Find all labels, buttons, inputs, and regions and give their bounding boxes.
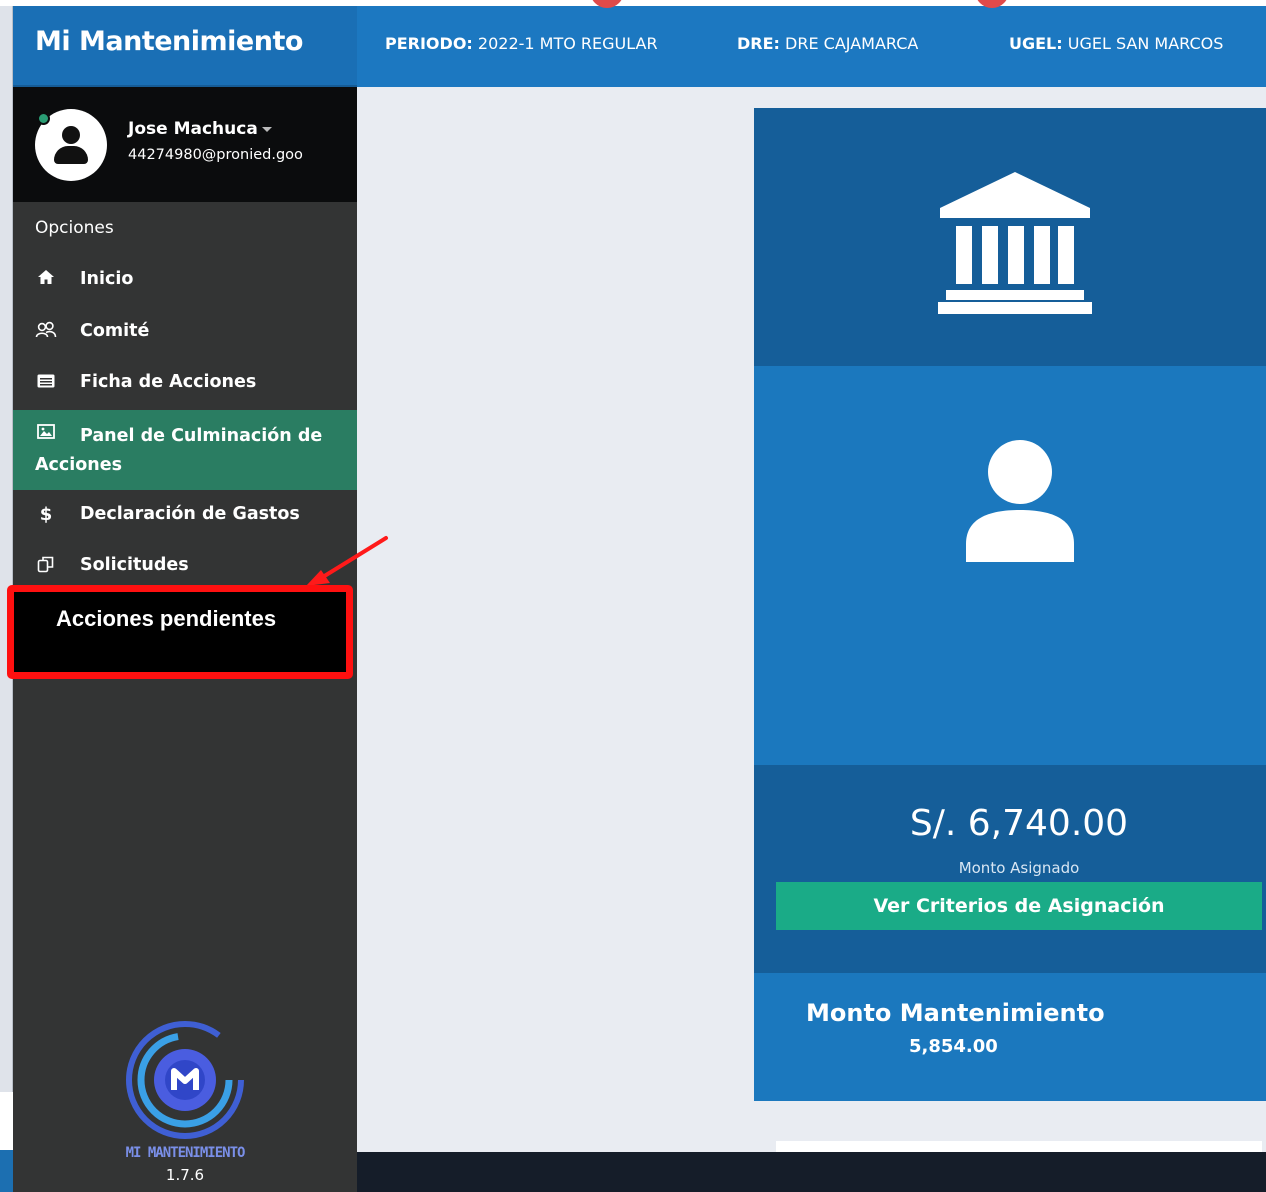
annotation-arrow-icon (306, 536, 388, 586)
user-block[interactable]: Jose Machuca 44274980@pronied.goo (13, 87, 357, 202)
footer-bar (357, 1152, 1266, 1192)
online-status-dot (37, 112, 50, 125)
user-icon (966, 440, 1074, 562)
dre-value: DRE CAJAMARCA (779, 34, 919, 53)
avatar-body (54, 146, 88, 164)
sidebar-item-label: Declaración de Gastos (80, 504, 300, 524)
maintenance-panel: Monto Mantenimiento 5,854.00 (754, 973, 1266, 1101)
amount-panel: S/. 6,740.00 Monto Asignado Ver Criterio… (754, 765, 1266, 973)
sidebar-item-comite[interactable]: Comité (13, 308, 357, 356)
sidebar-item-label: Panel de Culminación de Acciones (35, 426, 323, 475)
institution-panel (754, 108, 1266, 366)
brand-title: Mi Mantenimiento (35, 26, 303, 57)
app-logo (125, 1020, 245, 1140)
periodo-label: PERIODO: (385, 34, 473, 53)
sidebar-item-label: Inicio (80, 269, 134, 289)
dre-label: DRE: (737, 34, 780, 53)
app-version: 1.7.6 (165, 1166, 205, 1184)
list-icon (35, 372, 57, 394)
ugel-label: UGEL: (1009, 34, 1063, 53)
sidebar-item-label: Solicitudes (80, 555, 189, 575)
view-criteria-button[interactable]: Ver Criterios de Asignación (776, 882, 1262, 930)
dre-info: DRE: DRE CAJAMARCA (737, 34, 918, 53)
top-bar: PERIODO: 2022-1 MTO REGULAR DRE: DRE CAJ… (357, 2, 1266, 87)
ugel-value: UGEL SAN MARCOS (1062, 34, 1224, 53)
home-icon (35, 269, 57, 291)
app-name: MI MANTENIMIENTO (125, 1145, 246, 1161)
periodo-info: PERIODO: 2022-1 MTO REGULAR (385, 34, 658, 53)
brand-header[interactable]: Mi Mantenimiento (13, 2, 357, 87)
sidebar-item-panel-de-culminacion[interactable]: Panel de Culminación de Acciones (13, 410, 357, 490)
periodo-value: 2022-1 MTO REGULAR (472, 34, 658, 53)
pending-actions-label: Acciones pendientes (56, 606, 277, 631)
sidebar-item-label: Comité (80, 321, 150, 341)
copy-icon (35, 555, 57, 577)
user-name-dropdown[interactable]: Jose Machuca (128, 119, 272, 139)
users-icon (35, 321, 57, 343)
maintenance-title: Monto Mantenimiento (806, 999, 1105, 1027)
avatar-head (62, 126, 80, 144)
window-top-edge (0, 0, 1266, 8)
pending-actions-annotation[interactable]: Acciones pendientes (7, 585, 353, 679)
sidebar-item-inicio[interactable]: Inicio (13, 256, 357, 304)
assigned-amount-value: S/. 6,740.00 (909, 803, 1129, 844)
window-left-blue-strip (0, 1150, 13, 1192)
assigned-amount-caption: Monto Asignado (958, 859, 1080, 877)
maintenance-value: 5,854.00 (909, 1036, 998, 1057)
card-peek (776, 1141, 1262, 1152)
sidebar-item-ficha-de-acciones[interactable]: Ficha de Acciones (13, 359, 357, 407)
section-label-opciones: Opciones (35, 218, 114, 238)
user-panel (754, 366, 1266, 765)
dollar-icon: $ (39, 504, 53, 525)
caret-down-icon (261, 126, 272, 132)
ugel-info: UGEL: UGEL SAN MARCOS (1009, 34, 1223, 53)
sidebar-item-label: Ficha de Acciones (80, 372, 257, 392)
institution-icon (938, 172, 1092, 314)
user-name: Jose Machuca (128, 119, 258, 139)
user-email: 44274980@pronied.goo (128, 147, 303, 163)
